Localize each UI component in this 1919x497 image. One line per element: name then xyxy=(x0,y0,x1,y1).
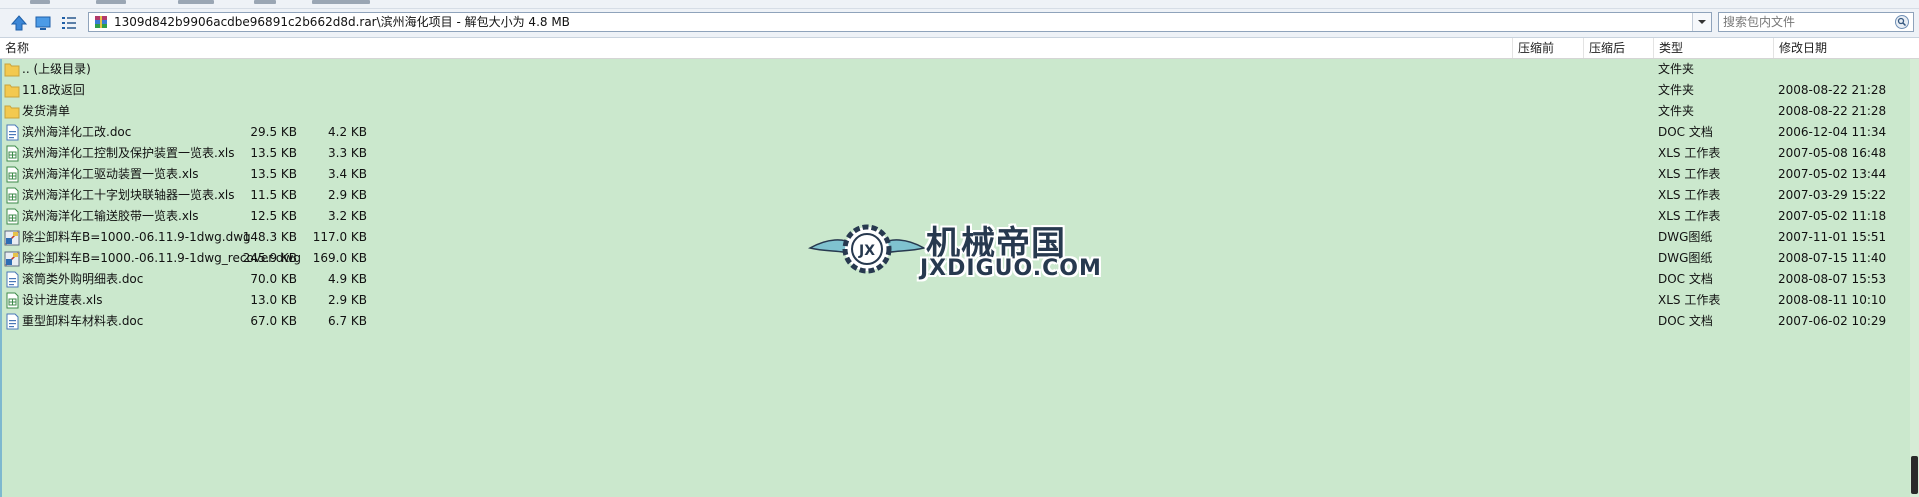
table-row[interactable]: 滨州海洋化工驱动装置一览表.xls 13.5 KB 3.4 KB XLS 工作表… xyxy=(0,164,1910,185)
dwg-icon xyxy=(4,230,20,246)
toolbar-button-4[interactable] xyxy=(254,0,276,4)
vertical-scrollbar[interactable] xyxy=(1910,59,1919,497)
folder-icon xyxy=(4,84,20,98)
address-bar-row: 1309d842b9906acdbe96891c2b662d8d.rar\滨州海… xyxy=(0,9,1919,38)
view-list-button[interactable] xyxy=(58,13,80,33)
toolbar-button-1[interactable] xyxy=(30,0,50,4)
xls-icon xyxy=(6,166,19,183)
xls-icon xyxy=(6,292,19,309)
doc-icon xyxy=(6,124,19,141)
toolbar-button-3[interactable] xyxy=(178,0,214,4)
up-button[interactable] xyxy=(8,13,30,33)
folder-icon xyxy=(4,63,20,77)
table-row[interactable]: .. (上级目录) 文件夹 xyxy=(0,59,1910,80)
gear-wings-logo-icon: JX xyxy=(808,224,926,274)
arrow-up-icon xyxy=(10,15,28,31)
search-input[interactable] xyxy=(1719,13,1887,31)
address-dropdown-button[interactable] xyxy=(1692,13,1711,31)
table-row[interactable]: 滨州海洋化工控制及保护装置一览表.xls 13.5 KB 3.3 KB XLS … xyxy=(0,143,1910,164)
address-path: 1309d842b9906acdbe96891c2b662d8d.rar\滨州海… xyxy=(114,15,570,29)
column-header: 名称 压缩前 压缩后 类型 修改日期 xyxy=(0,38,1919,59)
table-row[interactable]: 重型卸料车材料表.doc 67.0 KB 6.7 KB DOC 文档 2007-… xyxy=(0,311,1910,332)
svg-text:JX: JX xyxy=(858,243,875,259)
watermark-en-text: JXDIGUO.COM xyxy=(920,256,1102,281)
column-modified[interactable]: 修改日期 xyxy=(1774,38,1910,58)
column-unpacked[interactable]: 压缩后 xyxy=(1584,38,1654,58)
xls-icon xyxy=(6,187,19,204)
toolbar-strip xyxy=(0,0,1919,9)
column-name[interactable]: 名称 xyxy=(0,38,1513,58)
table-row[interactable]: 滨州海洋化工改.doc 29.5 KB 4.2 KB DOC 文档 2006-1… xyxy=(0,122,1910,143)
watermark: JX 机械帝国 JXDIGUO.COM xyxy=(808,216,1108,282)
doc-icon xyxy=(6,271,19,288)
search-box xyxy=(1718,12,1914,32)
rar-archive-icon xyxy=(95,16,107,28)
monitor-icon xyxy=(35,16,51,30)
view-thumbnails-button[interactable] xyxy=(32,13,54,33)
search-icon[interactable] xyxy=(1893,14,1911,30)
dwg-icon xyxy=(4,251,20,267)
xls-icon xyxy=(6,208,19,225)
address-field[interactable]: 1309d842b9906acdbe96891c2b662d8d.rar\滨州海… xyxy=(88,12,1712,32)
table-row[interactable]: 11.8改返回 文件夹 2008-08-22 21:28 xyxy=(0,80,1910,101)
xls-icon xyxy=(6,145,19,162)
scrollbar-thumb[interactable] xyxy=(1911,456,1918,494)
folder-icon xyxy=(4,105,20,119)
table-row[interactable]: 发货清单 文件夹 2008-08-22 21:28 xyxy=(0,101,1910,122)
chevron-down-icon xyxy=(1698,20,1706,24)
doc-icon xyxy=(6,313,19,330)
column-packed[interactable]: 压缩前 xyxy=(1513,38,1584,58)
toolbar-button-2[interactable] xyxy=(96,0,126,4)
column-type[interactable]: 类型 xyxy=(1654,38,1774,58)
table-row[interactable]: 设计进度表.xls 13.0 KB 2.9 KB XLS 工作表 2008-08… xyxy=(0,290,1910,311)
list-view-icon xyxy=(62,17,76,29)
toolbar-button-5[interactable] xyxy=(312,0,370,4)
table-row[interactable]: 滨州海洋化工十字划块联轴器一览表.xls 11.5 KB 2.9 KB XLS … xyxy=(0,185,1910,206)
